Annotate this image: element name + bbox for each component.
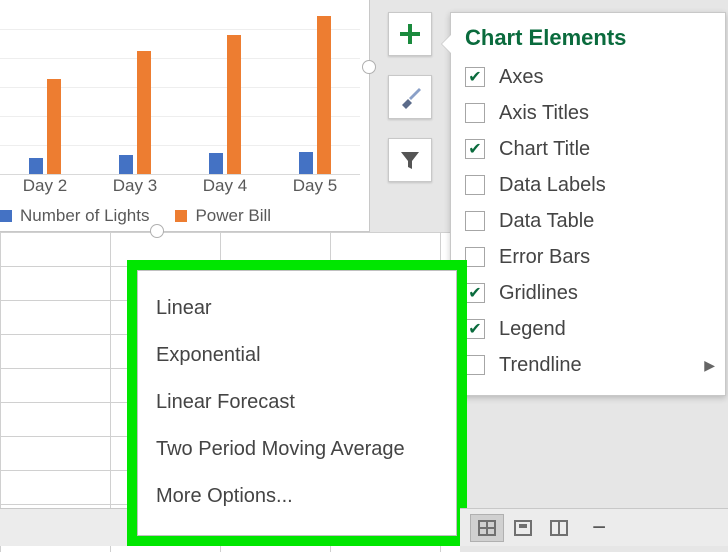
- option-label: Legend: [499, 318, 566, 341]
- brush-icon: [397, 84, 423, 110]
- chart-selection-handle[interactable]: [362, 60, 376, 74]
- option-label: Trendline: [499, 354, 582, 377]
- bar: [47, 79, 61, 174]
- chart-elements-button[interactable]: [388, 12, 432, 56]
- chart-element-option[interactable]: Trendline ▶: [465, 347, 715, 383]
- chart-plot-area: [0, 0, 360, 175]
- legend-entry-label: Number of Lights: [20, 206, 149, 226]
- chart-element-option[interactable]: ✔ Legend: [465, 311, 715, 347]
- bar: [209, 153, 223, 174]
- zoom-out-button[interactable]: −: [592, 514, 606, 542]
- bar: [119, 155, 133, 174]
- bar: [137, 51, 151, 174]
- trendline-option[interactable]: Linear Forecast: [154, 379, 440, 426]
- chart-element-option[interactable]: Data Table: [465, 203, 715, 239]
- legend-entry-label: Power Bill: [195, 206, 271, 226]
- checkbox[interactable]: ✔: [465, 67, 485, 87]
- chart-elements-flyout: Chart Elements ✔ Axes Axis Titles ✔ Chart Ti…: [450, 12, 726, 396]
- category-label: Day 5: [270, 176, 360, 196]
- option-label: Error Bars: [499, 246, 590, 269]
- option-label: Axis Titles: [499, 102, 589, 125]
- trendline-option[interactable]: Linear: [154, 285, 440, 332]
- option-label: Data Labels: [499, 174, 606, 197]
- chart-element-option[interactable]: ✔ Axes: [465, 59, 715, 95]
- checkbox[interactable]: [465, 247, 485, 267]
- bar: [299, 152, 313, 174]
- plus-icon: [397, 21, 423, 47]
- checkbox[interactable]: ✔: [465, 139, 485, 159]
- checkbox[interactable]: [465, 211, 485, 231]
- chart-category-axis: Day 2Day 3Day 4Day 5: [0, 176, 360, 196]
- category-label: Day 3: [90, 176, 180, 196]
- bar: [227, 35, 241, 174]
- legend-swatch: [175, 210, 187, 222]
- view-page-break-button[interactable]: [542, 514, 576, 542]
- view-page-layout-button[interactable]: [506, 514, 540, 542]
- chart-styles-button[interactable]: [388, 75, 432, 119]
- funnel-icon: [398, 148, 422, 172]
- status-bar: −: [460, 508, 728, 546]
- page-icon: [514, 520, 532, 536]
- trendline-option[interactable]: Exponential: [154, 332, 440, 379]
- option-label: Gridlines: [499, 282, 578, 305]
- chart-element-option[interactable]: Axis Titles: [465, 95, 715, 131]
- grid-icon: [478, 520, 496, 536]
- chart-selection-handle[interactable]: [150, 224, 164, 238]
- checkbox[interactable]: ✔: [465, 283, 485, 303]
- checkbox[interactable]: [465, 355, 485, 375]
- checkbox[interactable]: [465, 175, 485, 195]
- view-normal-button[interactable]: [470, 514, 504, 542]
- page-break-icon: [550, 520, 568, 536]
- option-label: Chart Title: [499, 138, 590, 161]
- bar: [317, 16, 331, 174]
- trendline-option[interactable]: More Options...: [154, 473, 440, 520]
- legend-swatch: [0, 210, 12, 222]
- category-label: Day 2: [0, 176, 90, 196]
- chart-element-option[interactable]: ✔ Chart Title: [465, 131, 715, 167]
- embedded-chart[interactable]: Day 2Day 3Day 4Day 5 Number of Lights Po…: [0, 0, 370, 232]
- bar: [29, 158, 43, 174]
- chart-element-option[interactable]: Data Labels: [465, 167, 715, 203]
- chevron-right-icon: ▶: [704, 357, 715, 374]
- trendline-option[interactable]: Two Period Moving Average: [154, 426, 440, 473]
- tutorial-highlight: LinearExponentialLinear ForecastTwo Peri…: [127, 260, 467, 546]
- checkbox[interactable]: [465, 103, 485, 123]
- option-label: Axes: [499, 66, 543, 89]
- checkbox[interactable]: ✔: [465, 319, 485, 339]
- chart-element-option[interactable]: ✔ Gridlines: [465, 275, 715, 311]
- chart-legend: Number of Lights Power Bill: [0, 206, 271, 226]
- flyout-title: Chart Elements: [465, 25, 715, 51]
- option-label: Data Table: [499, 210, 594, 233]
- trendline-submenu: LinearExponentialLinear ForecastTwo Peri…: [137, 270, 457, 536]
- chart-filters-button[interactable]: [388, 138, 432, 182]
- category-label: Day 4: [180, 176, 270, 196]
- chart-element-option[interactable]: Error Bars: [465, 239, 715, 275]
